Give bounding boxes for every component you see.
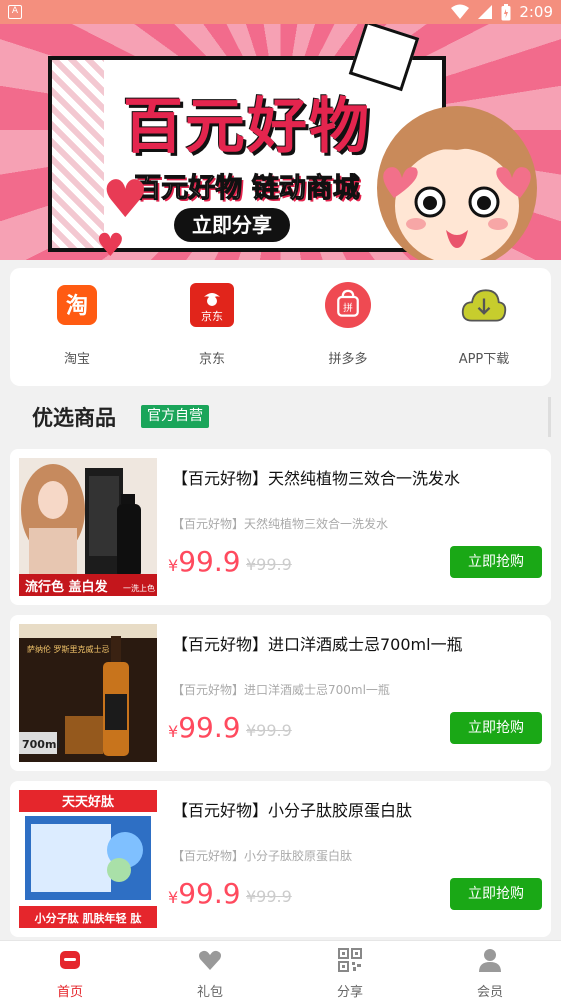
- buy-now-button[interactable]: 立即抢购: [450, 712, 542, 744]
- category-card: 淘 淘宝 京东 京东 拼 拼多多 APP下载: [10, 268, 551, 386]
- image-caption: 700ml: [22, 738, 60, 751]
- product-desc: 【百元好物】天然纯植物三效合一洗发水: [172, 517, 389, 531]
- tab-label: 首页: [56, 985, 83, 999]
- download-cloud-icon: [461, 289, 507, 322]
- tab-home[interactable]: 首页: [20, 947, 120, 999]
- product-card[interactable]: 流行色 盖白发 一洗上色 【百元好物】天然纯植物三效合一洗发水 【百元好物】天然…: [10, 449, 551, 605]
- category-label: 淘宝: [63, 352, 90, 367]
- signal-icon: [478, 5, 493, 19]
- whisky-product-photo: 萨纳伦 罗斯里克威士忌 700ml: [19, 624, 157, 762]
- category-label: APP下载: [458, 352, 510, 367]
- category-label: 京东: [198, 352, 225, 367]
- product-image: 流行色 盖白发 一洗上色: [19, 458, 157, 596]
- promo-banner[interactable]: 百元好物 百元好物 链动商城 立即分享 ♥ ♥: [0, 24, 561, 260]
- image-caption-small: 一洗上色: [123, 583, 155, 593]
- product-name[interactable]: 【百元好物】小分子肽胶原蛋白肽: [172, 797, 412, 821]
- category-pinduoduo[interactable]: 拼 拼多多: [298, 282, 398, 367]
- home-icon: [60, 951, 80, 969]
- cartoon-girl-illustration: [377, 106, 537, 260]
- svg-text:拼: 拼: [343, 301, 353, 314]
- tab-member[interactable]: 会员: [440, 947, 540, 999]
- category-taobao[interactable]: 淘 淘宝: [27, 282, 127, 367]
- product-price: ¥99.9: [168, 711, 241, 744]
- product-image: 萨纳伦 罗斯里克威士忌 700ml: [19, 624, 157, 762]
- clock: 2:09: [519, 3, 553, 21]
- status-icons: 2:09: [451, 3, 553, 21]
- collagen-product-photo: 天天好肽 小分子肽 肌肤年轻 肽: [19, 790, 157, 928]
- status-bar: A 2:09: [0, 0, 561, 24]
- notification-app-icon: A: [8, 5, 22, 19]
- image-caption: 流行色 盖白发: [25, 579, 109, 595]
- category-jd[interactable]: 京东 京东: [162, 282, 262, 367]
- product-name[interactable]: 【百元好物】天然纯植物三效合一洗发水: [172, 465, 460, 489]
- product-image: 天天好肽 小分子肽 肌肤年轻 肽: [19, 790, 157, 928]
- category-app-download[interactable]: APP下载: [434, 282, 534, 367]
- tab-label: 会员: [476, 985, 503, 999]
- heart-icon: ♥: [96, 226, 125, 260]
- taobao-icon: 淘: [57, 285, 97, 325]
- product-card[interactable]: 天天好肽 小分子肽 肌肤年轻 肽 【百元好物】小分子肽胶原蛋白肽 【百元好物】小…: [10, 781, 551, 937]
- image-heading: 天天好肽: [62, 794, 115, 810]
- product-name[interactable]: 【百元好物】进口洋酒威士忌700ml一瓶: [172, 631, 463, 655]
- shampoo-product-photo: 流行色 盖白发 一洗上色: [19, 458, 157, 596]
- tab-gift[interactable]: 礼包: [160, 947, 260, 999]
- buy-now-button[interactable]: 立即抢购: [450, 546, 542, 578]
- product-original-price: ¥99.9: [246, 887, 292, 906]
- section-title: 优选商品: [32, 406, 116, 430]
- tab-label: 礼包: [196, 985, 223, 999]
- buy-now-button[interactable]: 立即抢购: [450, 878, 542, 910]
- image-heading: 萨纳伦 罗斯里克威士忌: [27, 644, 110, 654]
- user-icon: [479, 949, 501, 972]
- svg-text:淘: 淘: [66, 293, 88, 319]
- heart-gift-icon: [199, 950, 221, 970]
- scroll-indicator: [548, 397, 551, 437]
- pinduoduo-icon: 拼: [325, 282, 371, 328]
- battery-icon: [501, 3, 511, 20]
- banner-share-button[interactable]: 立即分享: [174, 208, 290, 242]
- bottom-tab-bar: 首页 礼包 分享 会员: [0, 940, 561, 999]
- image-caption: 小分子肽 肌肤年轻 肽: [34, 911, 143, 925]
- wifi-icon: [451, 4, 470, 19]
- tab-label: 分享: [336, 985, 363, 999]
- product-price: ¥99.9: [168, 877, 241, 910]
- qr-code-icon: [338, 948, 362, 972]
- product-card[interactable]: 萨纳伦 罗斯里克威士忌 700ml 【百元好物】进口洋酒威士忌700ml一瓶 【…: [10, 615, 551, 771]
- jd-icon: 京东: [190, 283, 234, 327]
- product-desc: 【百元好物】进口洋酒威士忌700ml一瓶: [172, 683, 390, 697]
- product-original-price: ¥99.9: [246, 721, 292, 740]
- product-original-price: ¥99.9: [246, 555, 292, 574]
- product-price: ¥99.9: [168, 545, 241, 578]
- category-label: 拼多多: [328, 352, 368, 367]
- tab-share[interactable]: 分享: [300, 947, 400, 999]
- official-badge: 官方自营: [141, 405, 209, 428]
- product-desc: 【百元好物】小分子肽胶原蛋白肽: [172, 849, 353, 863]
- svg-text:京东: 京东: [201, 309, 223, 323]
- heart-icon: ♥: [102, 170, 149, 230]
